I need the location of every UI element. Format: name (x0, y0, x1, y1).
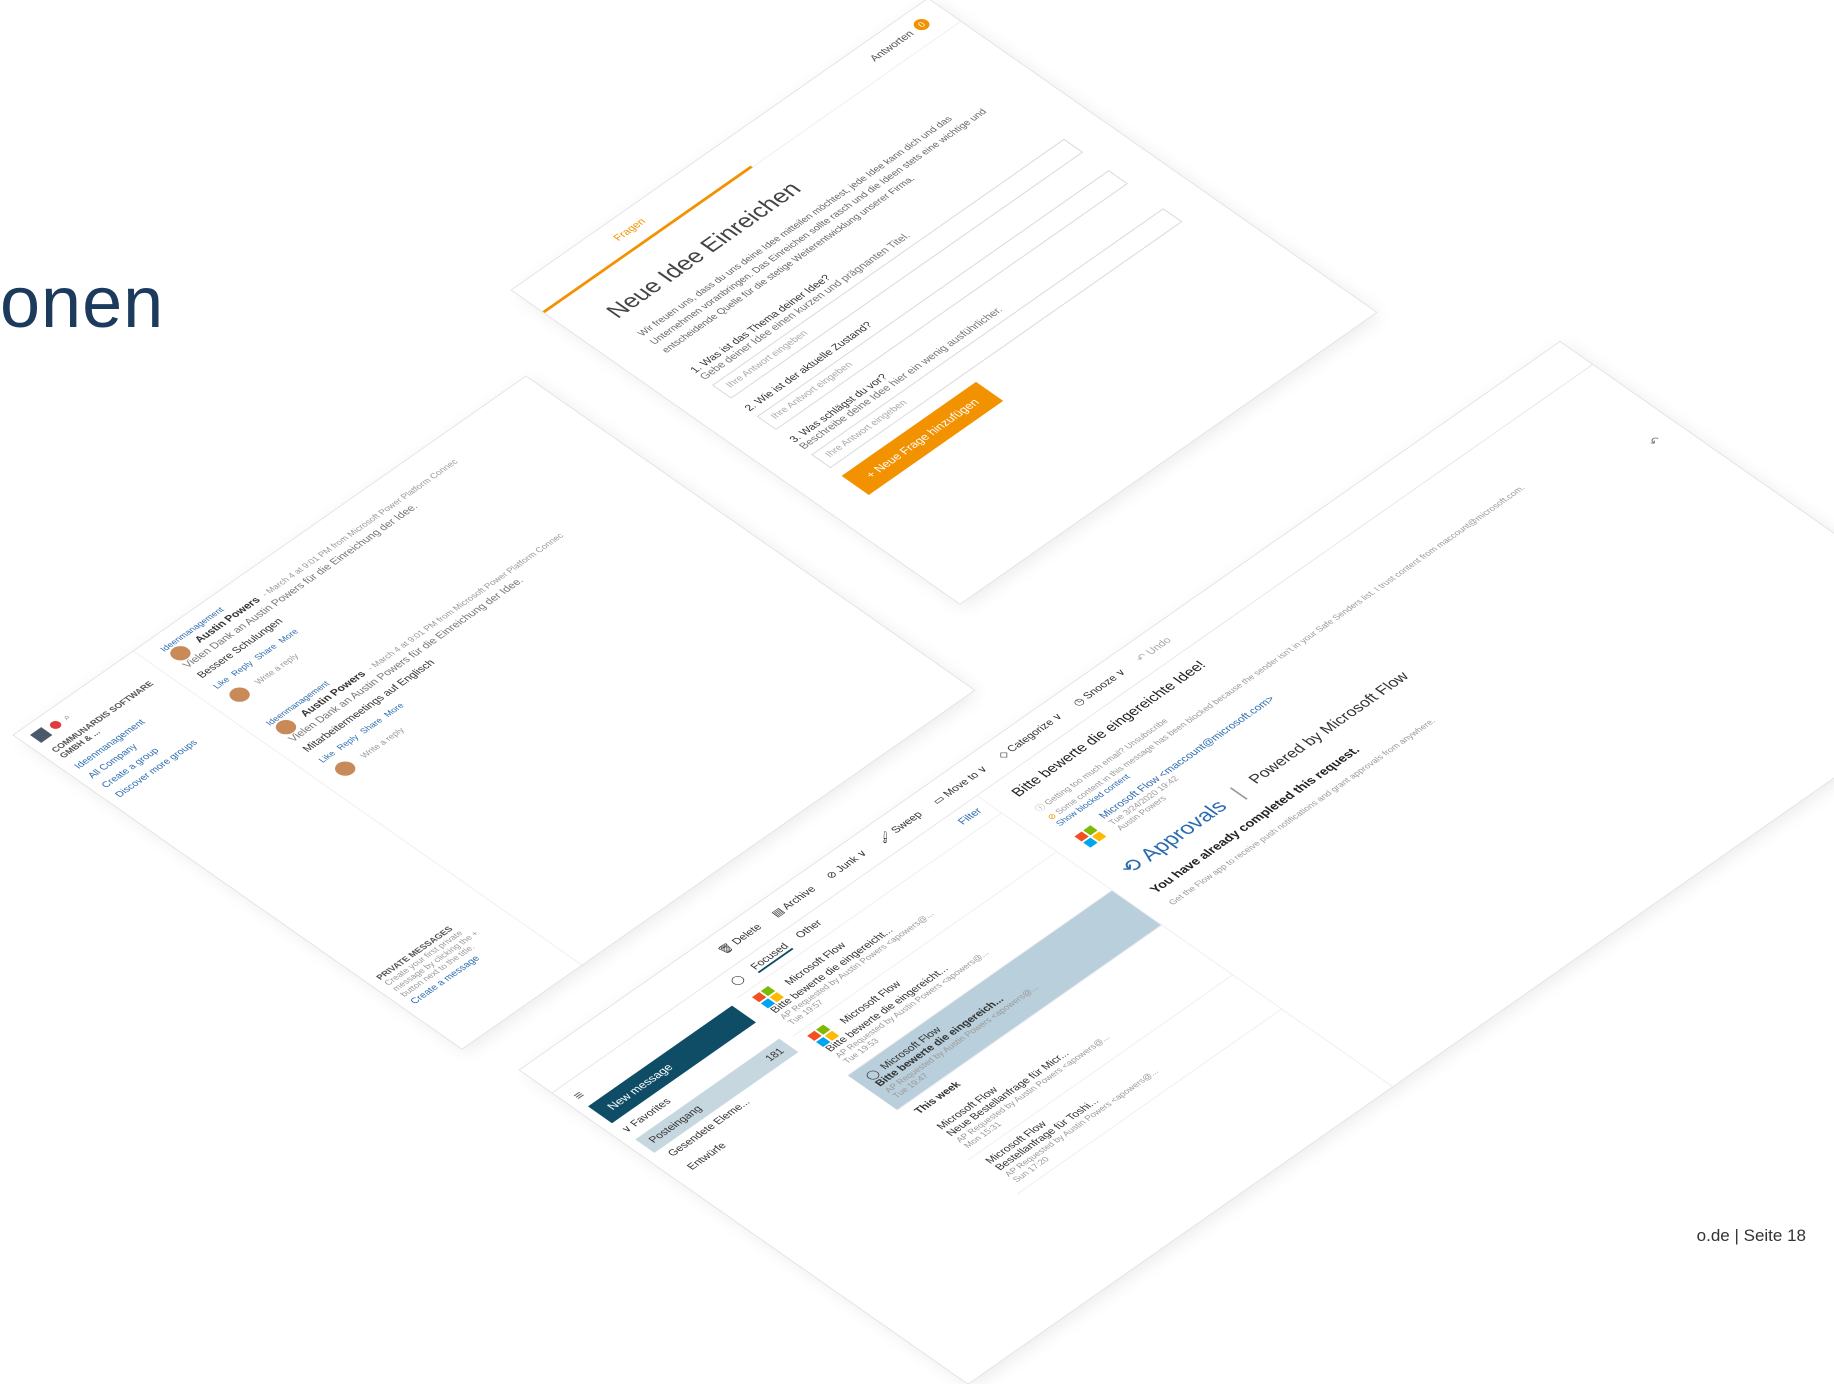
notification-icon[interactable] (47, 719, 64, 731)
slide-footer: o.de | Seite 18 (1696, 1226, 1806, 1245)
answers-badge: 0 (910, 16, 933, 33)
move-to-label: Move to (940, 769, 982, 799)
select-all-icon[interactable]: ◯ (727, 973, 748, 988)
sweep-label: Sweep (888, 809, 925, 836)
question-3: 3. Was schlägst du vor? Beschreibe deine… (787, 191, 1183, 469)
private-messages: PRIVATE MESSAGES Create your first priva… (374, 903, 524, 1008)
junk-label: Junk (832, 854, 862, 874)
search-icon[interactable]: ⌕ (60, 713, 73, 722)
like-button[interactable]: Like (211, 675, 232, 690)
delete-label: Delete (729, 921, 765, 947)
tab-questions[interactable]: Fragen (611, 217, 648, 243)
microsoft-logo-icon (1074, 825, 1107, 848)
app-launcher-icon[interactable] (30, 727, 53, 743)
archive-label: Archive (779, 884, 819, 912)
avatar (225, 684, 254, 705)
post-meta: - March 4 at 9:01 PM from Microsoft Powe… (259, 457, 460, 599)
screenshot-collage: Fragen Antworten 0 Neue Idee Einreichen … (0, 0, 1834, 1384)
reply-icon[interactable]: ↶ (1646, 434, 1665, 447)
more-button[interactable]: More (276, 627, 300, 644)
filter-button[interactable]: Filter (956, 806, 987, 828)
more-button[interactable]: More (382, 701, 406, 718)
divider: | (1225, 783, 1250, 802)
snooze-label: Snooze (1080, 673, 1120, 701)
undo-label: Undo (1143, 635, 1174, 657)
like-button[interactable]: Like (316, 749, 337, 764)
show-blocked-content-link[interactable]: Show blocked content (1054, 418, 1639, 828)
undo-button[interactable]: ↶ Undo (1133, 635, 1174, 663)
avatar (330, 758, 360, 779)
